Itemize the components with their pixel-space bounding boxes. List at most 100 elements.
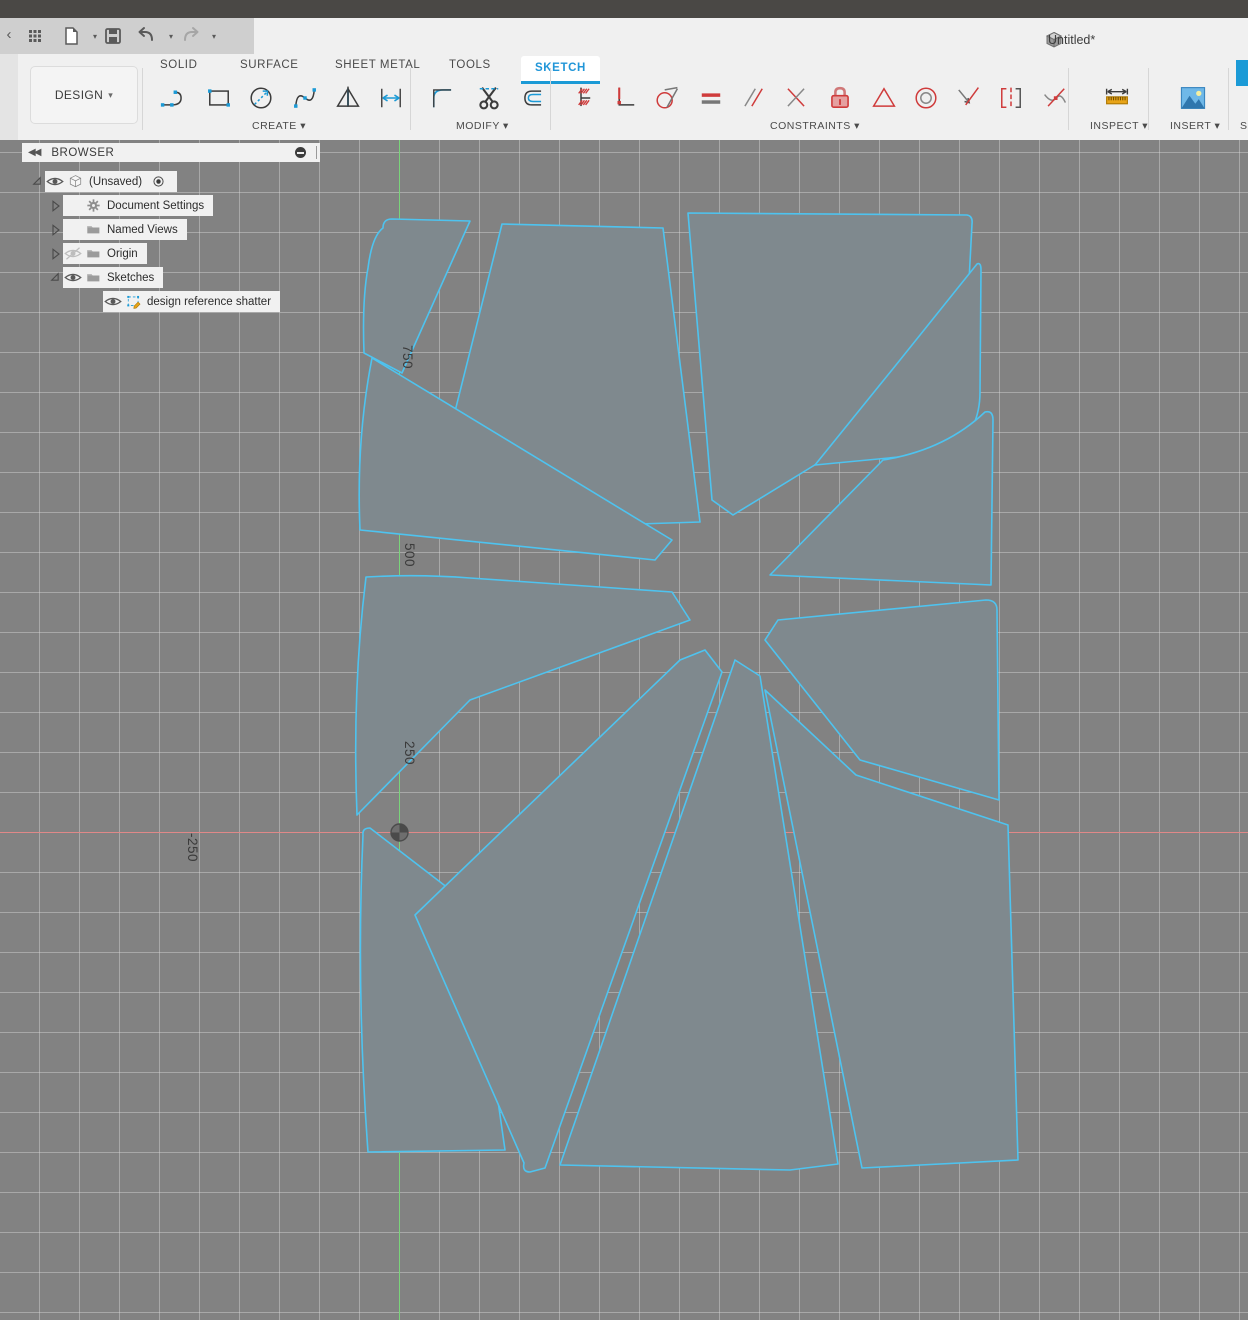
- sketch-canvas[interactable]: 750 500 250 -250: [0, 140, 1248, 1320]
- ribbon-group-inspect[interactable]: INSPECT ▾: [1090, 120, 1148, 132]
- fix-unfix-constraint[interactable]: [817, 76, 863, 120]
- tree-expander[interactable]: [48, 219, 63, 240]
- fusion360-window: 750 500 250 -250 ◀◀ BROWSER (Unsaved) Doc…: [0, 0, 1248, 1320]
- folder-icon: [83, 243, 103, 264]
- show-data-panel[interactable]: [22, 24, 48, 48]
- eye-visible-icon[interactable]: [104, 294, 122, 309]
- dimension-tool[interactable]: [368, 76, 414, 120]
- minus-circle-icon[interactable]: [295, 147, 306, 158]
- tree-row-chip[interactable]: Origin: [63, 243, 147, 264]
- workspace-selector-button[interactable]: DESIGN ▾: [30, 66, 138, 124]
- origin-point-icon[interactable]: [390, 823, 409, 842]
- browser-title: BROWSER: [51, 147, 114, 159]
- tab-tools[interactable]: TOOLS: [449, 59, 491, 71]
- perpendicular-constraint[interactable]: [602, 76, 648, 120]
- select-tool[interactable]: [1232, 54, 1248, 114]
- tree-expanded-arrow-icon[interactable]: [50, 272, 62, 284]
- horizontal-vertical-constraint[interactable]: [773, 76, 819, 120]
- browser-item-origin[interactable]: Origin: [48, 243, 147, 264]
- trim-tool[interactable]: [466, 76, 512, 120]
- collinear-constraint[interactable]: [945, 76, 991, 120]
- chevron-down-icon: ▾: [108, 90, 113, 101]
- eye-visible-icon[interactable]: [46, 174, 64, 189]
- grid-line-horizontal: [0, 1192, 1248, 1193]
- browser-item-sketches[interactable]: Sketches: [48, 267, 163, 288]
- tab-solid[interactable]: SOLID: [160, 59, 198, 71]
- coincident-constraint[interactable]: [558, 76, 604, 120]
- spline-curve-icon: [290, 83, 320, 113]
- perpendicular-corner-icon: [610, 83, 640, 113]
- tree-expander[interactable]: [48, 195, 63, 216]
- tree-row-chip[interactable]: design reference shatter: [103, 291, 280, 312]
- line-tool[interactable]: [150, 76, 196, 120]
- tab-surface[interactable]: SURFACE: [240, 59, 299, 71]
- tab-sheet-metal[interactable]: SHEET METAL: [335, 59, 420, 71]
- tree-row-chip[interactable]: Sketches: [63, 267, 163, 288]
- tree-row-chip[interactable]: Document Settings: [63, 195, 213, 216]
- ribbon-separator: [1068, 68, 1069, 130]
- chevron-left-icon[interactable]: ‹: [1, 26, 17, 44]
- tree-collapsed-arrow-icon[interactable]: [50, 248, 62, 260]
- tree-expander[interactable]: [48, 243, 63, 264]
- tree-expanded-arrow-icon[interactable]: [32, 176, 44, 188]
- undo-arrow-icon: [134, 23, 160, 49]
- circle-tool[interactable]: [238, 76, 284, 120]
- tree-item-label: Origin: [103, 248, 138, 260]
- ribbon-group-select[interactable]: S: [1240, 120, 1248, 132]
- save[interactable]: [100, 24, 126, 48]
- folder-icon: [85, 269, 102, 286]
- parallel-constraint[interactable]: [730, 76, 776, 120]
- concentric-circles-icon: [911, 83, 941, 113]
- eye-visible-icon[interactable]: [64, 270, 82, 285]
- curvature-constraint[interactable]: [1032, 76, 1078, 120]
- tree-row-chip[interactable]: (Unsaved): [45, 171, 177, 192]
- cross-lines-icon: [781, 83, 811, 113]
- tree-collapsed-arrow-icon[interactable]: [50, 224, 62, 236]
- grid-line-horizontal: [0, 1272, 1248, 1273]
- symmetry-constraint[interactable]: [988, 76, 1034, 120]
- document-title[interactable]: Untitled*: [1048, 33, 1095, 47]
- activate-radio-icon[interactable]: [148, 171, 168, 192]
- sketch-shard[interactable]: [364, 219, 471, 373]
- activate-radio-icon: [150, 173, 167, 190]
- eye-visible-icon[interactable]: [45, 171, 65, 192]
- eye-visible-icon[interactable]: [63, 267, 83, 288]
- scissors-icon: [474, 83, 504, 113]
- axis-label-750: 750: [400, 345, 415, 369]
- ribbon-group-modify[interactable]: MODIFY ▾: [456, 120, 509, 132]
- browser-item-sketch-design-reference-shatter[interactable]: design reference shatter: [88, 291, 280, 312]
- chevron-down-icon[interactable]: ▾: [201, 24, 227, 48]
- undo[interactable]: [134, 24, 160, 48]
- double-left-arrow-icon[interactable]: ◀◀: [28, 147, 39, 158]
- tree-expander[interactable]: [30, 171, 45, 192]
- browser-item-named-views[interactable]: Named Views: [48, 219, 187, 240]
- spline-tool[interactable]: [282, 76, 328, 120]
- equal-constraint[interactable]: [688, 76, 734, 120]
- eye-hidden-icon[interactable]: [63, 243, 83, 264]
- tree-row-chip[interactable]: Named Views: [63, 219, 187, 240]
- concentric-constraint[interactable]: [903, 76, 949, 120]
- ribbon-group-create[interactable]: CREATE ▾: [252, 120, 306, 132]
- eye-visible-icon[interactable]: [103, 291, 123, 312]
- panel-resize-grip[interactable]: [316, 146, 317, 159]
- ribbon-group-insert[interactable]: INSERT ▾: [1170, 120, 1220, 132]
- tangent-constraint[interactable]: [644, 76, 690, 120]
- new-file[interactable]: [58, 24, 84, 48]
- sketch-pencil-icon: [125, 293, 142, 310]
- mirror-tool[interactable]: [325, 76, 371, 120]
- ribbon-group-constraints[interactable]: CONSTRAINTS ▾: [770, 120, 860, 132]
- file-icon: [58, 23, 84, 49]
- midpoint-constraint[interactable]: [861, 76, 907, 120]
- browser-item-document-settings[interactable]: Document Settings: [48, 195, 213, 216]
- eye-hidden-icon[interactable]: [64, 246, 82, 261]
- redo[interactable]: [177, 24, 203, 48]
- rectangle-tool[interactable]: [196, 76, 242, 120]
- fillet-tool[interactable]: [420, 76, 466, 120]
- ribbon-separator: [410, 68, 411, 130]
- insert-canvas-tool[interactable]: [1170, 76, 1216, 120]
- tree-collapsed-arrow-icon[interactable]: [50, 200, 62, 212]
- tree-expander[interactable]: [48, 267, 63, 288]
- folder-icon: [85, 221, 102, 238]
- measure-tool[interactable]: [1094, 76, 1140, 120]
- browser-item-root[interactable]: (Unsaved): [30, 171, 177, 192]
